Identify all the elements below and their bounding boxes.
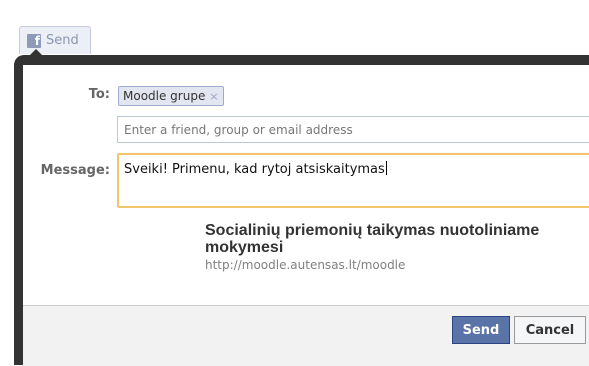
recipient-token-label: Moodle grupe: [123, 89, 206, 103]
message-label: Message:: [40, 163, 110, 178]
text-cursor: [385, 161, 387, 175]
message-text: Sveiki! Primenu, kad rytoj atsiskaitymas: [124, 162, 385, 177]
facebook-logo-icon: f: [27, 33, 41, 48]
to-label: To:: [88, 87, 110, 102]
dialog-caret: [29, 49, 43, 56]
send-button[interactable]: Send: [452, 316, 510, 344]
link-preview-title: Socialinių priemonių taikymas nuotolinia…: [205, 222, 540, 256]
send-tab-label: Send: [46, 33, 79, 48]
recipient-input[interactable]: Enter a friend, group or email address: [117, 116, 589, 143]
link-preview-url: http://moodle.autensas.lt/moodle: [205, 258, 406, 272]
message-field[interactable]: Sveiki! Primenu, kad rytoj atsiskaitymas: [117, 153, 589, 208]
cancel-button[interactable]: Cancel: [514, 316, 586, 344]
link-preview: Socialinių priemonių taikymas nuotolinia…: [205, 222, 565, 272]
remove-recipient-icon[interactable]: ×: [209, 90, 218, 103]
recipient-token: Moodle grupe ×: [118, 86, 224, 106]
